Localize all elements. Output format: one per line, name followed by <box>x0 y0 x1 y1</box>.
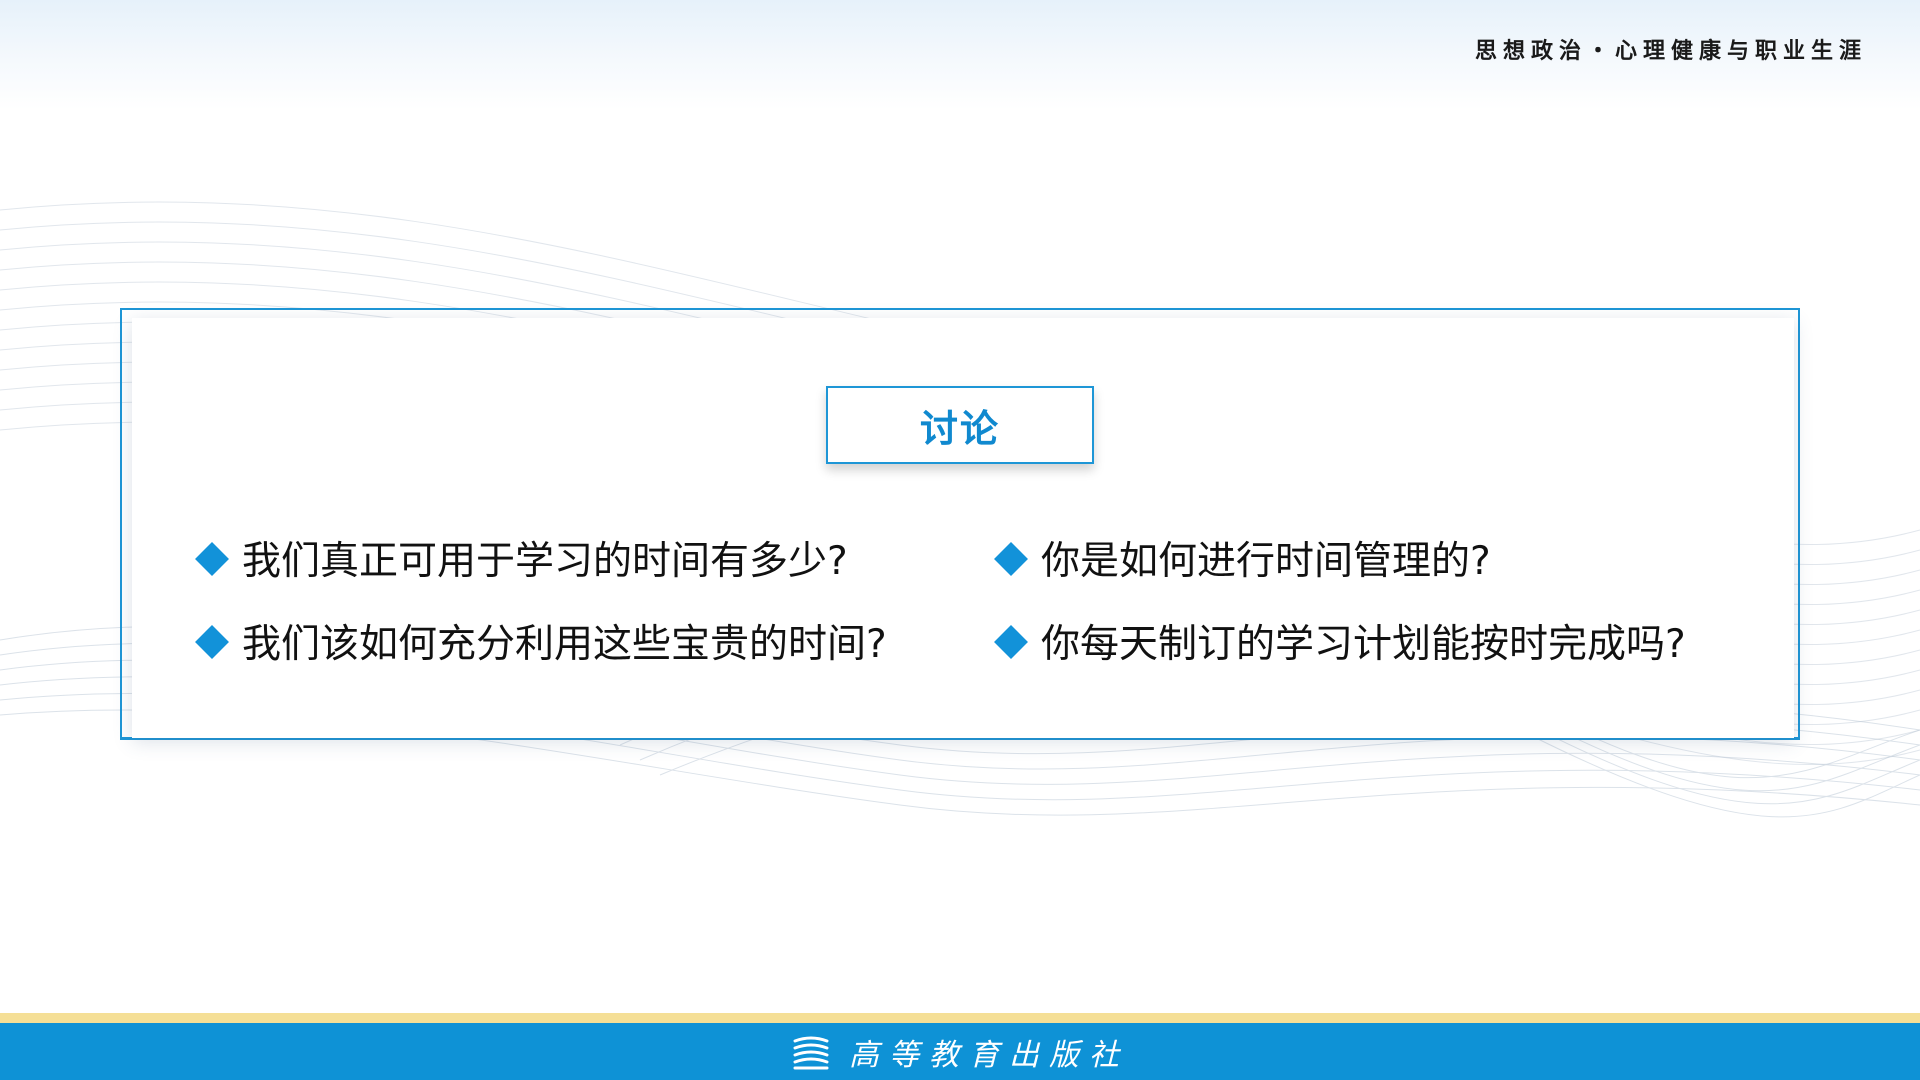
question-text: 你每天制订的学习计划能按时完成吗? <box>1041 622 1686 667</box>
question-item: 我们该如何充分利用这些宝贵的时间? <box>195 610 920 680</box>
book-stack-logo-icon <box>793 1036 829 1069</box>
diamond-bullet-icon <box>994 542 1028 576</box>
footer-bar: 高等教育出版社 <box>0 1023 1920 1080</box>
diamond-bullet-icon <box>195 542 229 576</box>
footer-accent-line <box>0 1013 1920 1023</box>
question-item: 我们真正可用于学习的时间有多少? <box>195 527 920 597</box>
course-title: 思想政治・心理健康与职业生涯 <box>1474 38 1867 64</box>
discussion-title-box: 讨论 <box>826 386 1094 464</box>
diamond-bullet-icon <box>195 625 229 659</box>
publisher-name: 高等教育出版社 <box>849 1037 1129 1073</box>
question-text: 我们真正可用于学习的时间有多少? <box>242 539 848 584</box>
question-text: 我们该如何充分利用这些宝贵的时间? <box>242 622 887 667</box>
question-item: 你是如何进行时间管理的? <box>994 527 1719 597</box>
question-text: 你是如何进行时间管理的? <box>1041 539 1491 584</box>
discussion-title: 讨论 <box>919 406 1000 451</box>
diamond-bullet-icon <box>994 625 1028 659</box>
question-item: 你每天制订的学习计划能按时完成吗? <box>994 610 1719 680</box>
